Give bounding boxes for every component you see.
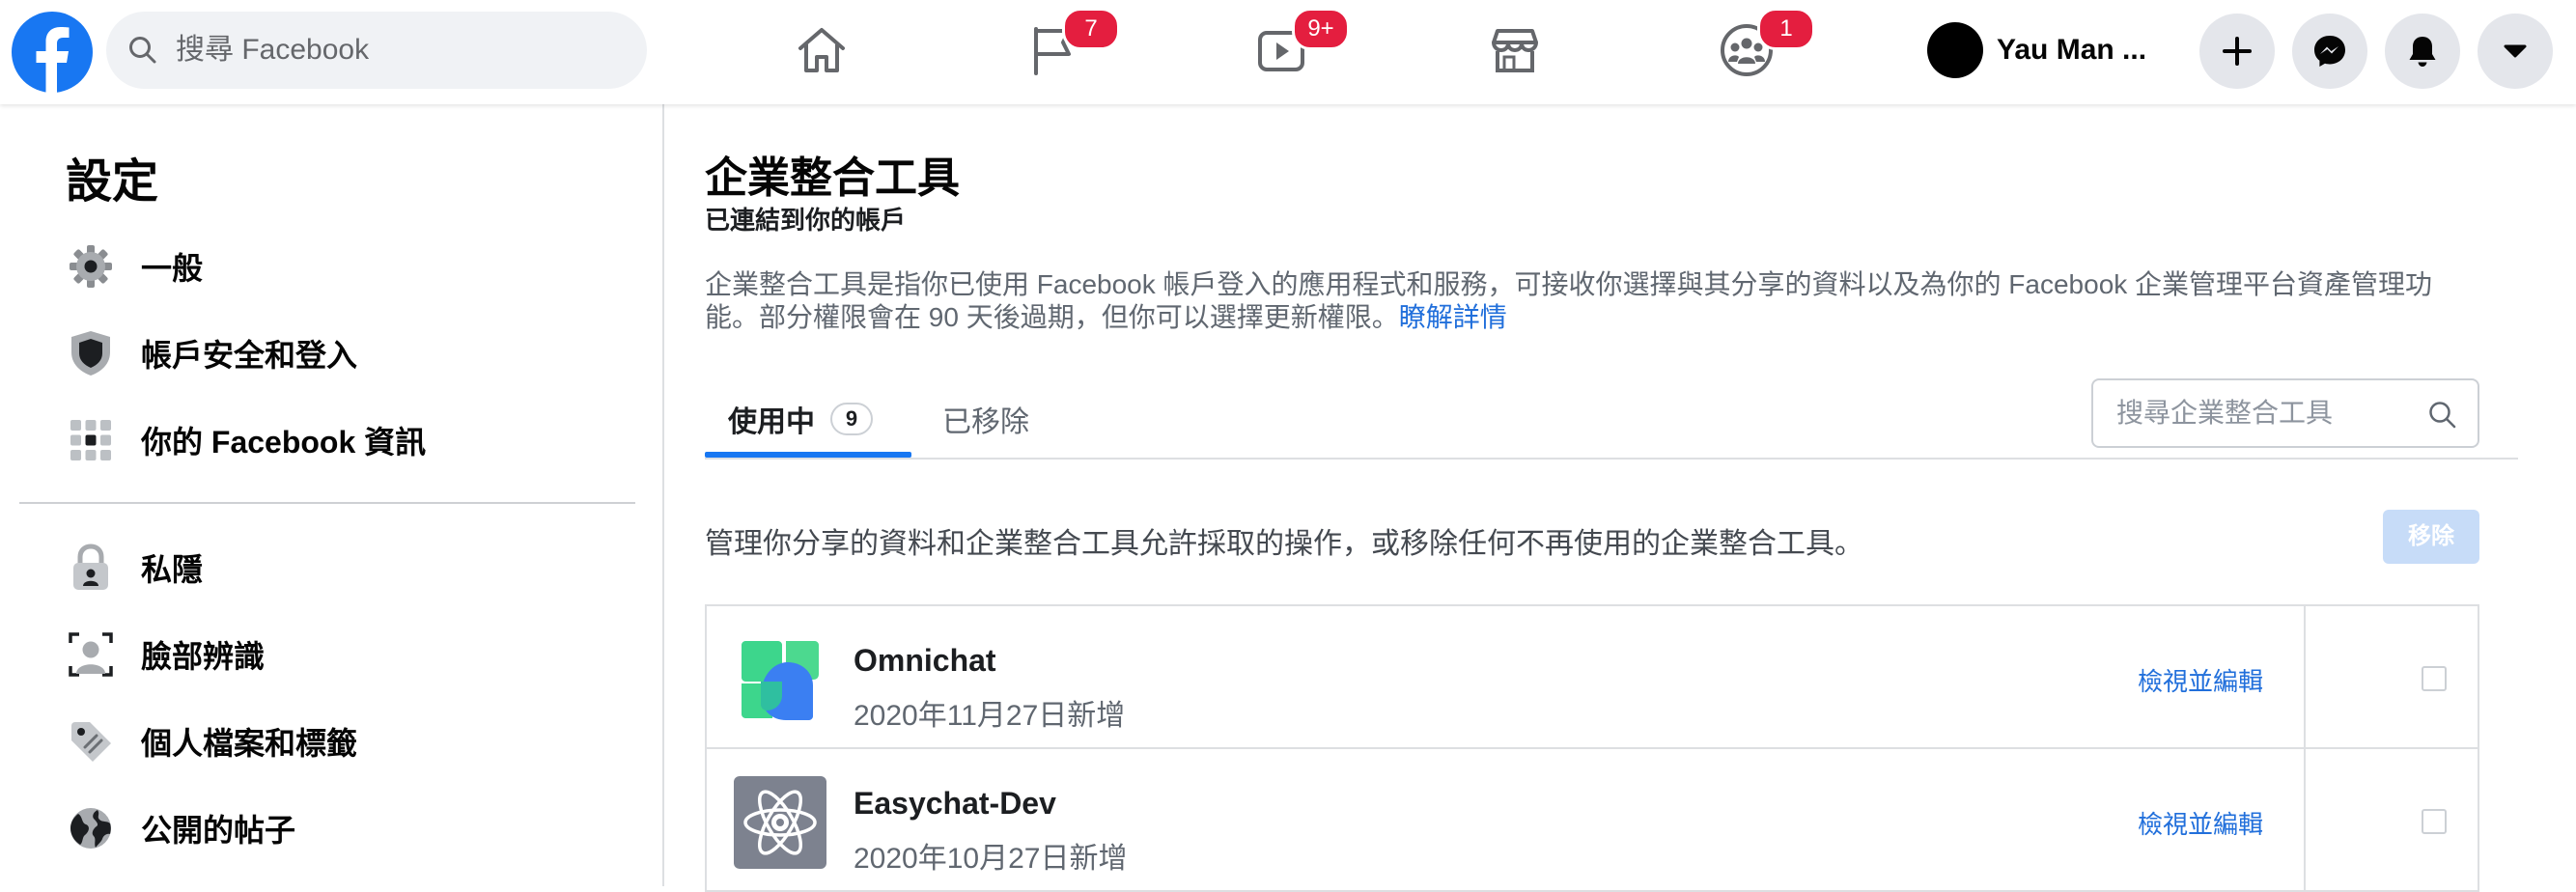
view-and-edit-link[interactable]: 檢視並編輯 bbox=[2138, 662, 2263, 698]
messenger-icon bbox=[2314, 36, 2345, 67]
tag-icon bbox=[66, 716, 116, 767]
sidebar-item-privacy[interactable]: 私隱 bbox=[19, 529, 637, 606]
nav-watch[interactable]: 9+ bbox=[1211, 0, 1356, 100]
search-icon[interactable] bbox=[2427, 400, 2458, 431]
sidebar-item-security-login[interactable]: 帳戶安全和登入 bbox=[19, 315, 637, 392]
sidebar-divider bbox=[19, 502, 635, 504]
face-recognition-icon bbox=[66, 629, 116, 680]
learn-more-link[interactable]: 瞭解詳情 bbox=[1399, 302, 1507, 332]
messenger-button[interactable] bbox=[2292, 14, 2367, 89]
page-subtitle: 已連結到你的帳戶 bbox=[705, 206, 907, 235]
page-description: 企業整合工具是指你已使用 Facebook 帳戶登入的應用程式和服務，可接收你選… bbox=[705, 268, 2481, 334]
tab-active[interactable]: 使用中 9 bbox=[705, 380, 911, 458]
integration-name: Easychat-Dev bbox=[854, 786, 1056, 821]
sidebar-item-face-recognition[interactable]: 臉部辨識 bbox=[19, 616, 637, 693]
gear-icon bbox=[66, 241, 116, 292]
select-integration-checkbox[interactable] bbox=[2422, 809, 2447, 834]
tab-removed-label: 已移除 bbox=[942, 406, 1029, 438]
caret-down-icon bbox=[2504, 44, 2527, 58]
facebook-logo-icon[interactable] bbox=[12, 12, 93, 93]
integration-added-date: 2020年10月27日新增 bbox=[854, 843, 1128, 875]
marketplace-store-icon bbox=[1492, 29, 1538, 72]
description-text: 企業整合工具是指你已使用 Facebook 帳戶登入的應用程式和服務，可接收你選… bbox=[705, 269, 2433, 332]
facebook-info-icon bbox=[66, 415, 116, 465]
tab-removed[interactable]: 已移除 bbox=[942, 380, 1029, 458]
manage-instructions: 管理你分享的資料和企業整合工具允許採取的操作，或移除任何不再使用的企業整合工具。 bbox=[705, 528, 1863, 560]
sidebar-item-your-facebook-info[interactable]: 你的 Facebook 資訊 bbox=[19, 402, 637, 479]
nav-marketplace[interactable] bbox=[1442, 0, 1587, 100]
sidebar-item-label: 一般 bbox=[141, 251, 204, 286]
integrations-table: Omnichat 2020年11月27日新增 檢視並編輯 Easychat-De… bbox=[705, 604, 2479, 892]
remove-button[interactable]: 移除 bbox=[2383, 510, 2479, 564]
avatar bbox=[1927, 22, 1983, 78]
sidebar-item-label: 帳戶安全和登入 bbox=[141, 338, 358, 373]
integration-search-box[interactable] bbox=[2091, 378, 2479, 448]
integration-name: Omnichat bbox=[854, 643, 996, 678]
watch-notification-badge: 9+ bbox=[1292, 8, 1350, 50]
sidebar-item-public-posts[interactable]: 公開的帖子 bbox=[19, 790, 637, 867]
pages-notification-badge: 7 bbox=[1062, 8, 1120, 50]
home-icon bbox=[798, 28, 845, 72]
notifications-button[interactable] bbox=[2385, 14, 2460, 89]
profile-shortcut[interactable]: Yau Man ... bbox=[1927, 17, 2146, 83]
globe-icon bbox=[66, 803, 116, 853]
sidebar-item-general[interactable]: 一般 bbox=[19, 228, 637, 305]
view-and-edit-link[interactable]: 檢視並編輯 bbox=[2138, 805, 2263, 841]
select-integration-checkbox[interactable] bbox=[2422, 666, 2447, 691]
facebook-search-box[interactable] bbox=[106, 12, 647, 89]
sidebar-item-label: 公開的帖子 bbox=[141, 813, 296, 848]
integration-added-date: 2020年11月27日新增 bbox=[854, 700, 1126, 732]
sidebar-item-label: 你的 Facebook 資訊 bbox=[141, 425, 427, 460]
bell-icon bbox=[2409, 37, 2436, 67]
column-divider bbox=[2304, 606, 2306, 747]
sidebar-item-label: 私隱 bbox=[141, 552, 204, 587]
active-count-badge: 9 bbox=[830, 403, 873, 435]
page-title: 企業整合工具 bbox=[705, 154, 960, 202]
plus-icon bbox=[2223, 37, 2252, 66]
nav-home[interactable] bbox=[749, 0, 894, 100]
sidebar-item-label: 臉部辨識 bbox=[141, 639, 266, 674]
profile-name: Yau Man ... bbox=[1997, 34, 2147, 66]
column-divider bbox=[2304, 749, 2306, 890]
business-integrations-panel: 企業整合工具 已連結到你的帳戶 企業整合工具是指你已使用 Facebook 帳戶… bbox=[666, 104, 2576, 892]
settings-sidebar: 設定 一般 帳戶安全和登入 你的 Facebook 資訊 私隱 臉部辨識 個人檔… bbox=[0, 104, 664, 886]
table-row: Easychat-Dev 2020年10月27日新增 檢視並編輯 bbox=[707, 749, 2478, 892]
nav-pages[interactable]: 7 bbox=[981, 0, 1126, 100]
integration-search-input[interactable] bbox=[2116, 380, 2406, 446]
table-row: Omnichat 2020年11月27日新增 檢視並編輯 bbox=[707, 606, 2478, 749]
account-menu-button[interactable] bbox=[2478, 14, 2553, 89]
lock-icon bbox=[66, 543, 116, 593]
search-icon bbox=[129, 37, 156, 64]
shield-icon bbox=[66, 328, 116, 378]
top-navigation-bar: 7 9+ 1 Yau Man ... bbox=[0, 0, 2576, 104]
nav-groups[interactable]: 1 bbox=[1674, 0, 1819, 100]
sidebar-item-profile-tagging[interactable]: 個人檔案和標籤 bbox=[19, 703, 637, 780]
sidebar-item-label: 個人檔案和標籤 bbox=[141, 726, 358, 761]
groups-notification-badge: 1 bbox=[1757, 8, 1815, 50]
create-button[interactable] bbox=[2199, 14, 2275, 89]
tabs-divider bbox=[705, 458, 2518, 460]
easychat-atom-icon bbox=[734, 776, 826, 869]
sidebar-title: 設定 bbox=[66, 156, 159, 208]
tab-active-label: 使用中 bbox=[728, 406, 815, 438]
facebook-search-input[interactable] bbox=[176, 12, 630, 89]
omnichat-logo-icon bbox=[734, 633, 826, 726]
